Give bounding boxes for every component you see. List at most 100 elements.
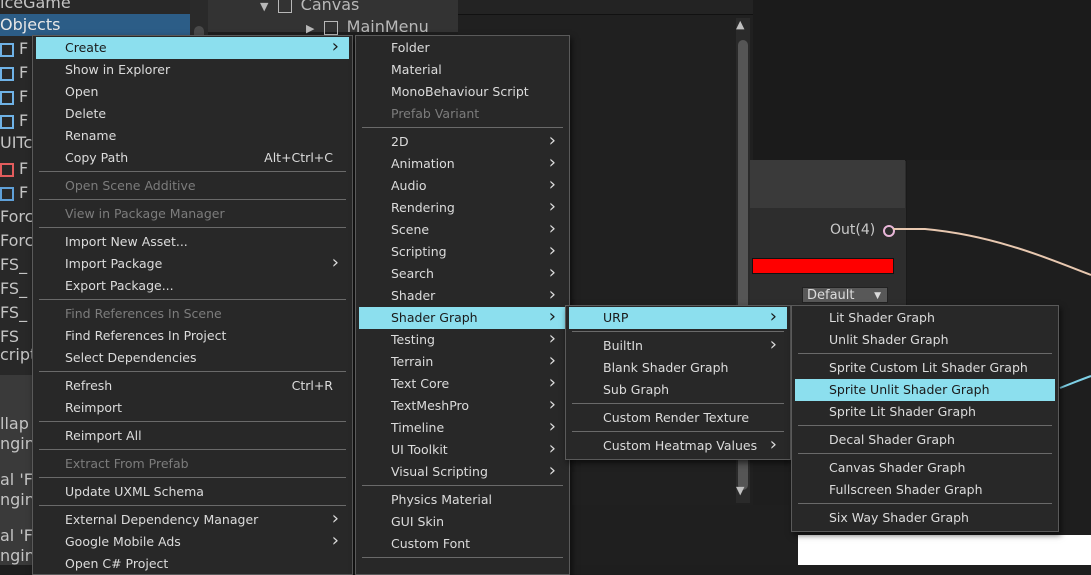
menu-item-terrain[interactable]: Terrain ›	[359, 351, 566, 373]
menu-item-timeline[interactable]: Timeline ›	[359, 417, 566, 439]
chevron-right-icon: ›	[548, 438, 556, 459]
menu-item-2d[interactable]: 2D ›	[359, 131, 566, 153]
menu-item-custom-heatmap-values[interactable]: Custom Heatmap Values ›	[569, 435, 787, 457]
menu-item-label: Prefab Variant	[391, 106, 480, 121]
chevron-right-icon: ›	[548, 262, 556, 283]
menu-item-lit-shader-graph[interactable]: Lit Shader Graph	[795, 307, 1055, 329]
menu-item-find-references-in-project[interactable]: Find References In Project	[36, 325, 349, 347]
menu-item-textmeshpro[interactable]: TextMeshPro ›	[359, 395, 566, 417]
menu-item-label: Audio	[391, 178, 427, 193]
menu-item-label: Create	[65, 40, 107, 55]
menu-item-label: TextMeshPro	[391, 398, 470, 413]
menu-separator	[39, 227, 346, 228]
menu-separator	[362, 557, 563, 558]
menu-separator	[362, 127, 563, 128]
menu-item-label: Scene	[391, 222, 430, 237]
menu-item-animation[interactable]: Animation ›	[359, 153, 566, 175]
edge-wire	[893, 228, 1091, 276]
menu-item-label: Custom Render Texture	[603, 410, 750, 425]
menu-separator	[39, 477, 346, 478]
menu-item-import-new-asset[interactable]: Import New Asset...	[36, 231, 349, 253]
menu-item-material[interactable]: Material	[359, 59, 566, 81]
chevron-right-icon: ›	[548, 416, 556, 437]
menu-item-fullscreen-shader-graph[interactable]: Fullscreen Shader Graph	[795, 479, 1055, 501]
menu-item-shortcut: Alt+Ctrl+C	[264, 150, 333, 165]
menu-separator	[39, 421, 346, 422]
menu-item-import-package[interactable]: Import Package ›	[36, 253, 349, 275]
menu-item-select-dependencies[interactable]: Select Dependencies	[36, 347, 349, 369]
menu-item-six-way-shader-graph[interactable]: Six Way Shader Graph	[795, 507, 1055, 529]
menu-item-sprite-lit-shader-graph[interactable]: Sprite Lit Shader Graph	[795, 401, 1055, 423]
menu-item-label: Open C# Project	[65, 556, 169, 571]
menu-item-sprite-custom-lit-shader-graph[interactable]: Sprite Custom Lit Shader Graph	[795, 357, 1055, 379]
menu-item-gui-skin[interactable]: GUI Skin	[359, 511, 566, 533]
menu-item-label: Select Dependencies	[65, 350, 197, 365]
menu-item-label: Unlit Shader Graph	[829, 332, 949, 347]
menu-item-create[interactable]: Create ›	[36, 37, 349, 59]
menu-item-google-mobile-ads[interactable]: Google Mobile Ads ›	[36, 531, 349, 553]
menu-item-label: Custom Heatmap Values	[603, 438, 758, 453]
menu-item-update-uxml-schema[interactable]: Update UXML Schema	[36, 481, 349, 503]
chevron-right-icon: ›	[548, 152, 556, 173]
menu-separator	[572, 431, 784, 432]
menu-item-label: Find References In Project	[65, 328, 227, 343]
chevron-right-icon: ›	[548, 328, 556, 349]
menu-item-label: 2D	[391, 134, 409, 149]
menu-item-scene[interactable]: Scene ›	[359, 219, 566, 241]
menu-item-delete[interactable]: Delete	[36, 103, 349, 125]
menu-item-urp[interactable]: URP ›	[569, 307, 787, 329]
menu-item-blank-shader-graph[interactable]: Blank Shader Graph	[569, 357, 787, 379]
menu-item-search[interactable]: Search ›	[359, 263, 566, 285]
menu-item-show-in-explorer[interactable]: Show in Explorer	[36, 59, 349, 81]
menu-item-rename[interactable]: Rename	[36, 125, 349, 147]
menu-item-visual-scripting[interactable]: Visual Scripting ›	[359, 461, 566, 483]
menu-item-ui-toolkit[interactable]: UI Toolkit ›	[359, 439, 566, 461]
menu-item-testing[interactable]: Testing ›	[359, 329, 566, 351]
menu-item-view-in-package-manager: View in Package Manager	[36, 203, 349, 225]
menu-item-label: Sprite Unlit Shader Graph	[829, 382, 990, 397]
menu-item-label: Sub Graph	[603, 382, 670, 397]
menu-item-refresh[interactable]: Refresh Ctrl+R	[36, 375, 349, 397]
context-menu-shader-graph: URP › BuiltIn › Blank Shader Graph Sub Graph C…	[565, 305, 791, 460]
chevron-right-icon: ›	[548, 284, 556, 305]
menu-item-scripting[interactable]: Scripting ›	[359, 241, 566, 263]
menu-item-shader-graph[interactable]: Shader Graph ›	[359, 307, 566, 329]
menu-item-physics-material[interactable]: Physics Material	[359, 489, 566, 511]
menu-item-sub-graph[interactable]: Sub Graph	[569, 379, 787, 401]
menu-item-unlit-shader-graph[interactable]: Unlit Shader Graph	[795, 329, 1055, 351]
chevron-right-icon: ›	[548, 218, 556, 239]
menu-item-label: Show in Explorer	[65, 62, 171, 77]
menu-item-label: Import New Asset...	[65, 234, 188, 249]
menu-item-monobehaviour-script[interactable]: MonoBehaviour Script	[359, 81, 566, 103]
menu-item-shader[interactable]: Shader ›	[359, 285, 566, 307]
menu-item-custom-render-texture[interactable]: Custom Render Texture	[569, 407, 787, 429]
menu-item-audio[interactable]: Audio ›	[359, 175, 566, 197]
menu-item-builtin[interactable]: BuiltIn ›	[569, 335, 787, 357]
menu-item-sprite-unlit-shader-graph[interactable]: Sprite Unlit Shader Graph	[795, 379, 1055, 401]
menu-item-label: Animation	[391, 156, 455, 171]
menu-item-rendering[interactable]: Rendering ›	[359, 197, 566, 219]
menu-item-reimport-all[interactable]: Reimport All	[36, 425, 349, 447]
menu-item-label: Shader Graph	[391, 310, 478, 325]
menu-item-label: Fullscreen Shader Graph	[829, 482, 983, 497]
menu-item-custom-font[interactable]: Custom Font	[359, 533, 566, 555]
menu-item-external-dependency-manager[interactable]: External Dependency Manager ›	[36, 509, 349, 531]
menu-item-export-package[interactable]: Export Package...	[36, 275, 349, 297]
chevron-right-icon: ›	[548, 306, 556, 327]
menu-separator	[39, 449, 346, 450]
menu-item-folder[interactable]: Folder	[359, 37, 566, 59]
menu-item-label: Delete	[65, 106, 107, 121]
menu-item-canvas-shader-graph[interactable]: Canvas Shader Graph	[795, 457, 1055, 479]
menu-separator	[798, 425, 1052, 426]
menu-item-label: External Dependency Manager	[65, 512, 259, 527]
chevron-right-icon: ›	[331, 530, 339, 551]
context-menu-create: Folder Material MonoBehaviour Script Prefab…	[355, 35, 570, 575]
menu-item-label: Visual Scripting	[391, 464, 488, 479]
menu-item-open[interactable]: Open	[36, 81, 349, 103]
menu-item-text-core[interactable]: Text Core ›	[359, 373, 566, 395]
menu-item-open-c-project[interactable]: Open C# Project	[36, 553, 349, 575]
chevron-right-icon: ›	[331, 36, 339, 57]
menu-item-reimport[interactable]: Reimport	[36, 397, 349, 419]
menu-item-decal-shader-graph[interactable]: Decal Shader Graph	[795, 429, 1055, 451]
menu-item-copy-path[interactable]: Copy Path Alt+Ctrl+C	[36, 147, 349, 169]
